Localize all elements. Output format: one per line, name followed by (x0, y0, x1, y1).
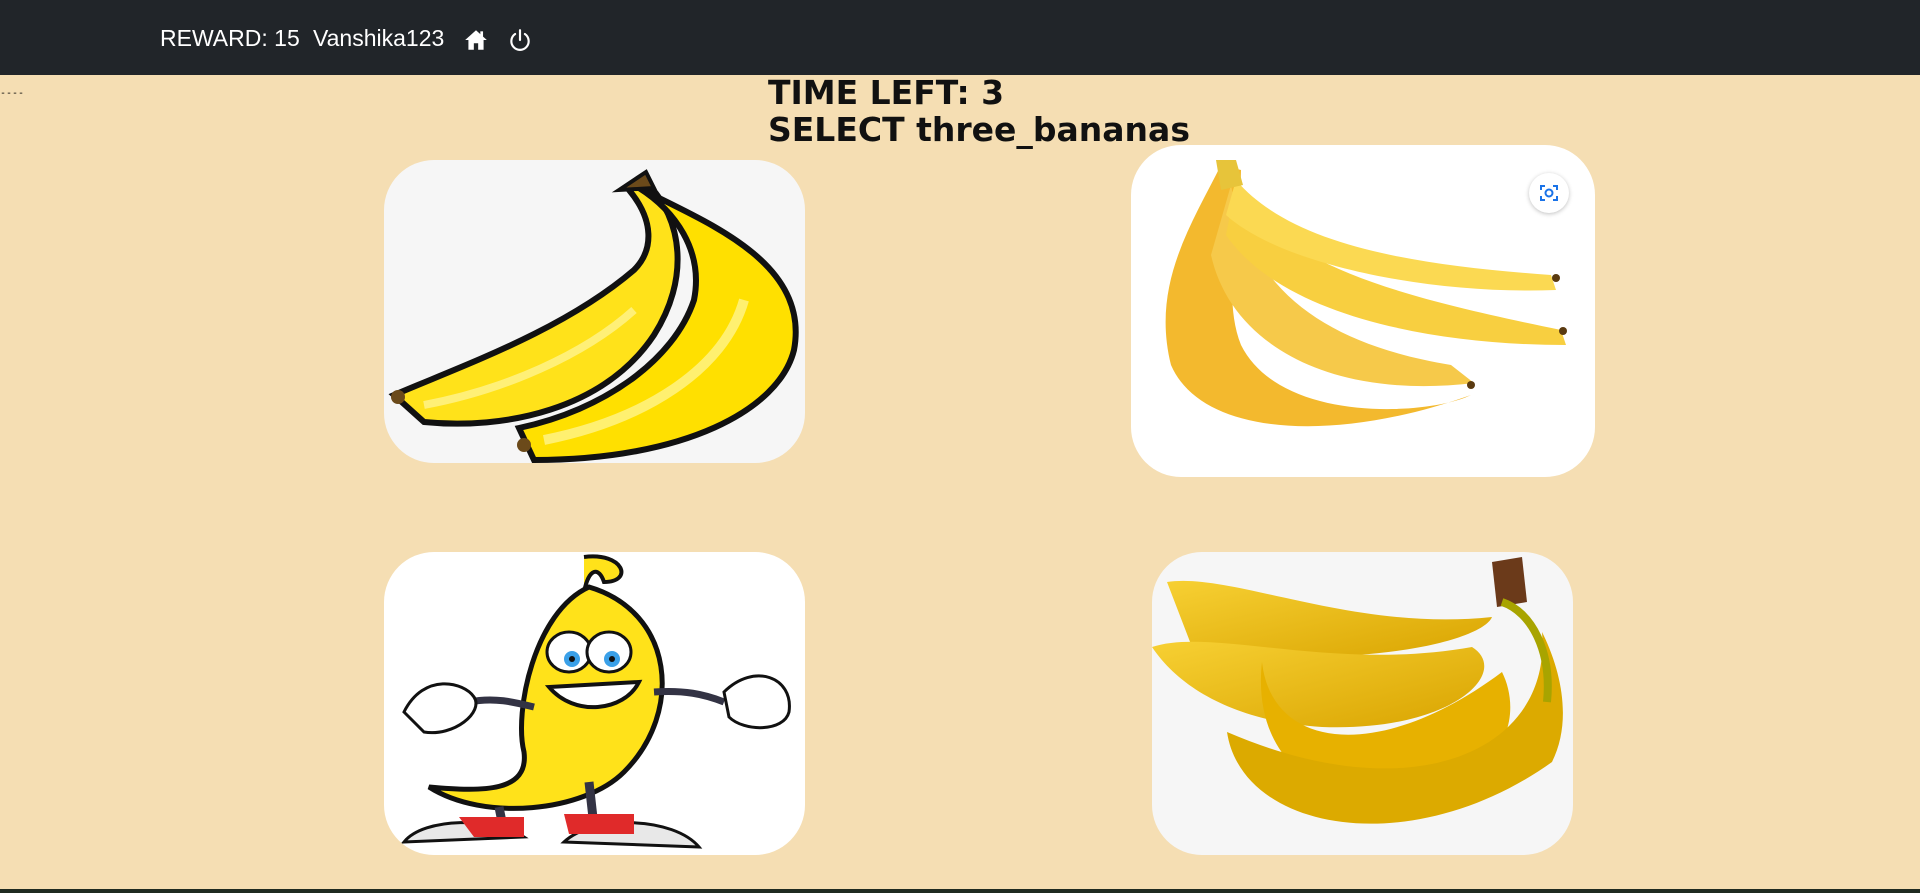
reward-counter: REWARD: 15 (160, 25, 300, 51)
two-bananas-image (388, 169, 799, 463)
choice-card-banana-bunch[interactable] (1131, 145, 1595, 477)
banana-bunch-image (1165, 160, 1567, 427)
bottom-border (0, 889, 1920, 893)
time-left-text: TIME LEFT: 3 (768, 73, 1005, 112)
visual-search-button[interactable] (1529, 173, 1569, 213)
game-heading: TIME LEFT: 3 SELECT three_bananas (768, 74, 1190, 148)
three-bananas-image (1152, 557, 1563, 824)
top-navbar: REWARD: 15 Vanshika123 (0, 0, 1920, 75)
select-prompt-text: SELECT three_bananas (768, 110, 1190, 149)
dashed-marker: ---- (0, 88, 25, 99)
username-label: Vanshika123 (313, 25, 445, 51)
home-icon[interactable] (463, 27, 489, 53)
choice-card-two-bananas[interactable] (384, 160, 805, 463)
lens-icon (1540, 185, 1558, 201)
power-icon[interactable] (507, 27, 533, 53)
choice-card-cartoon-banana[interactable] (384, 552, 805, 855)
choice-card-three-bananas[interactable] (1152, 552, 1573, 855)
cartoon-banana-image (400, 554, 791, 849)
